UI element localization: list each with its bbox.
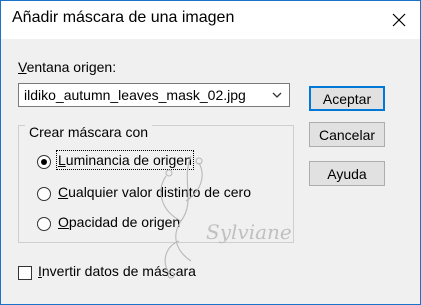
luminance-accel: L	[58, 152, 66, 168]
source-window-label: Ventana origen:	[18, 59, 116, 75]
add-mask-dialog: Añadir máscara de una imagen Ventana ori…	[0, 0, 421, 305]
nonzero-accel: C	[58, 184, 69, 200]
opacity-radio-label[interactable]: Opacidad de origen	[58, 214, 180, 230]
luminance-radio-label[interactable]: Luminancia de origen	[56, 150, 194, 170]
cancel-button-label: Cancelar	[318, 126, 376, 143]
opacity-radio[interactable]	[37, 217, 51, 231]
invert-mask-label[interactable]: Invertir datos de máscara	[38, 263, 196, 279]
dialog-title: Añadir máscara de una imagen	[12, 9, 235, 26]
nonzero-radio[interactable]	[37, 187, 51, 201]
accept-button-label: Aceptar	[322, 90, 372, 107]
opacity-text: pacidad de origen	[68, 214, 181, 230]
nonzero-radio-label[interactable]: Cualquier valor distinto de cero	[58, 184, 251, 200]
help-button[interactable]: Ayuda	[309, 161, 385, 186]
source-window-label-text: entana origen:	[26, 59, 117, 75]
title-bar: Añadir máscara de una imagen	[1, 1, 420, 39]
chevron-down-icon	[272, 92, 282, 98]
nonzero-text: ualquier valor distinto de cero	[68, 184, 252, 200]
luminance-text: uminancia de origen	[65, 152, 192, 168]
invert-text: nvertir datos de máscara	[41, 263, 196, 279]
source-window-label-accel: V	[18, 59, 27, 75]
accept-button[interactable]: Aceptar	[309, 86, 385, 111]
opacity-accel: O	[58, 214, 69, 230]
invert-mask-checkbox[interactable]	[18, 266, 32, 280]
cancel-button[interactable]: Cancelar	[309, 122, 385, 147]
luminance-radio[interactable]	[37, 155, 51, 169]
close-button[interactable]	[379, 3, 419, 37]
help-button-label: Ayuda	[327, 165, 367, 182]
source-window-dropdown[interactable]: ildiko_autumn_leaves_mask_02.jpg	[18, 83, 290, 107]
source-window-selected: ildiko_autumn_leaves_mask_02.jpg	[24, 87, 246, 103]
create-mask-group-legend: Crear máscara con	[25, 124, 153, 140]
close-icon	[392, 13, 406, 27]
